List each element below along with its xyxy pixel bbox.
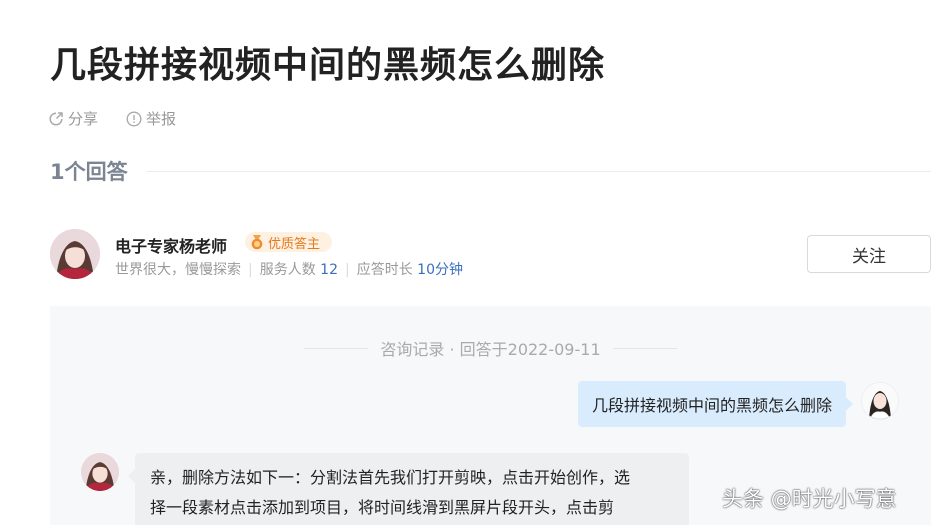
record-header: 咨询记录 · 回答于2022-09-11 [50, 336, 931, 360]
badge-label: 优质答主 [268, 236, 321, 252]
question-bubble: 几段拼接视频中间的黑频怎么删除 [577, 381, 854, 427]
answer-bubble: 亲，删除方法如下一：分割法首先我们打开剪映，点击开始创作，选 择一段素材点击添加… [128, 453, 689, 525]
divider [145, 170, 931, 172]
record-line-left [304, 347, 369, 349]
served-label: 服务人数 [259, 262, 316, 278]
user-avatar [861, 382, 899, 420]
expert-avatar-small-image [81, 453, 119, 491]
question-title: 几段拼接视频中间的黑频怎么删除 [50, 45, 606, 86]
follow-button[interactable]: 关注 [807, 235, 931, 273]
answer-count: 1个回答 [50, 160, 128, 184]
share-label: 分享 [68, 110, 99, 128]
expert-avatar[interactable] [50, 229, 100, 279]
medal-icon [251, 235, 263, 250]
expert-motto: 世界很大，慢慢探索 [115, 262, 241, 278]
answer-line-1: 亲，删除方法如下一：分割法首先我们打开剪映，点击开始创作，选 [150, 468, 631, 487]
answers-header: 1个回答 [50, 156, 931, 186]
report-label: 举报 [146, 110, 177, 128]
avatar-image [50, 229, 100, 279]
expert-name[interactable]: 电子专家杨老师 [115, 233, 227, 257]
user-avatar-image [862, 383, 898, 419]
response-label: 应答时长 [356, 262, 413, 278]
report-button[interactable]: 举报 [126, 108, 176, 129]
answer-line-2: 择一段素材点击添加到项目，将时间线滑到黑屏片段开头，点击剪 [150, 498, 615, 517]
expert-avatar-small [81, 453, 119, 491]
response-time: 10分钟 [417, 262, 463, 278]
watermark: 头条 @时光小写意 [722, 487, 897, 511]
question-text: 几段拼接视频中间的黑频怎么删除 [591, 396, 832, 415]
served-count: 12 [320, 262, 338, 278]
question-actions: 分享 举报 [48, 108, 204, 129]
record-line-right [612, 347, 677, 349]
expert-meta: 世界很大，慢慢探索 | 服务人数 12 | 应答时长 10分钟 [115, 262, 463, 278]
share-button[interactable]: 分享 [48, 108, 98, 129]
expert-card: 电子专家杨老师 优质答主 世界很大，慢慢探索 | 服务人数 12 | 应答时长 10分钟… [50, 229, 931, 281]
quality-badge: 优质答主 [245, 232, 333, 252]
share-icon [49, 111, 63, 126]
record-label: 咨询记录 · 回答于2022-09-11 [380, 340, 601, 359]
report-icon [126, 110, 142, 127]
